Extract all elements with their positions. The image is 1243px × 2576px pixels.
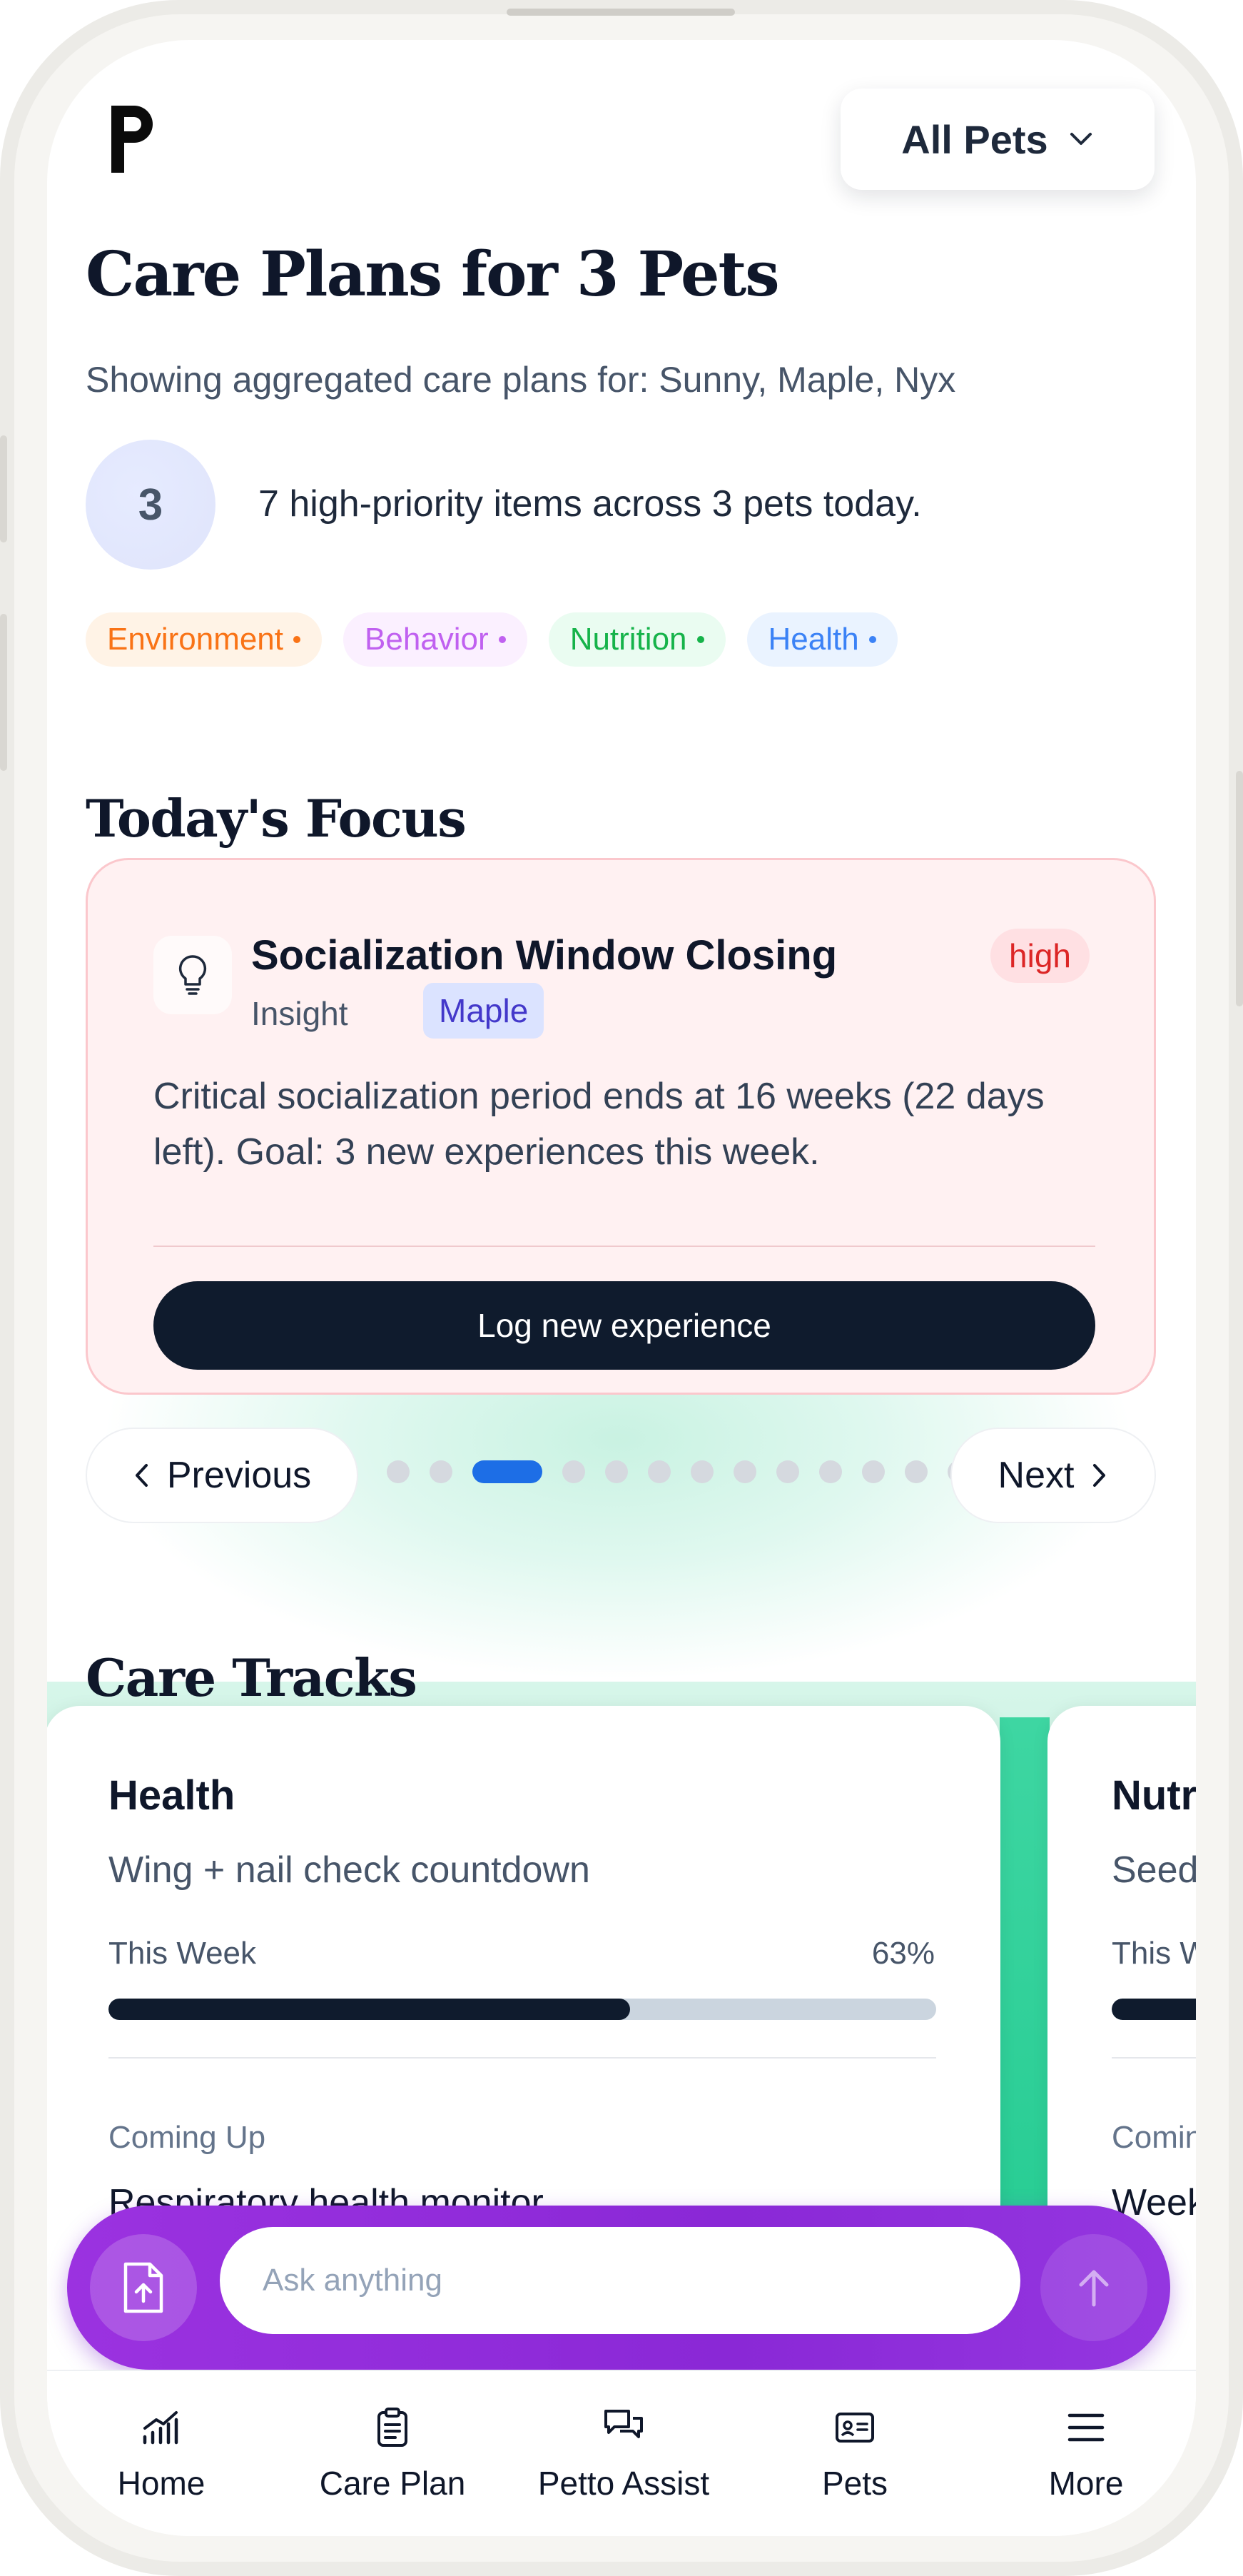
divider — [1112, 2057, 1196, 2059]
care-tracks-heading: Care Tracks — [86, 1647, 417, 1708]
notch — [507, 9, 735, 16]
nav-label: More — [1048, 2465, 1124, 2502]
track-week-label: This W — [1112, 1936, 1196, 1971]
carousel-dots — [387, 1460, 970, 1483]
chart-icon — [143, 2411, 178, 2445]
carousel-dot[interactable] — [905, 1460, 928, 1483]
tag-dot — [696, 636, 704, 643]
send-button[interactable] — [1040, 2234, 1147, 2341]
nav-label: Pets — [821, 2465, 888, 2502]
pets-filter-dropdown[interactable]: All Pets — [841, 89, 1155, 190]
tag-health[interactable]: Health — [746, 612, 898, 667]
log-experience-button[interactable]: Log new experience — [153, 1281, 1095, 1370]
bottom-nav: Home Care Plan Petto Assist Pets More — [47, 2370, 1196, 2536]
page-title: Care Plans for 3 Pets — [86, 238, 780, 310]
previous-label: Previous — [166, 1455, 312, 1496]
tag-nutrition[interactable]: Nutrition — [548, 612, 726, 667]
track-subtitle: Wing + nail check countdown — [108, 1849, 590, 1891]
track-title: Health — [108, 1772, 235, 1819]
nav-label: Home — [117, 2465, 206, 2502]
nav-item-pets[interactable]: Pets — [748, 2405, 962, 2502]
carousel-dot[interactable] — [430, 1460, 452, 1483]
tag-dot — [293, 636, 301, 643]
tag-dot — [498, 636, 506, 643]
coming-up-label: Comin — [1112, 2120, 1196, 2155]
focus-type-label: Insight — [251, 995, 348, 1032]
app-screen: All Pets Care Plans for 3 Pets Showing a… — [47, 40, 1196, 2536]
progress-bar — [1112, 1999, 1196, 2020]
carousel-dot[interactable] — [648, 1460, 671, 1483]
lightbulb-icon — [153, 936, 232, 1014]
carousel-dot[interactable] — [819, 1460, 842, 1483]
chat-icon — [604, 2410, 643, 2438]
side-button — [0, 614, 7, 771]
arrow-up-icon — [1079, 2270, 1109, 2307]
tag-label: Behavior — [365, 622, 489, 657]
phone-frame: All Pets Care Plans for 3 Pets Showing a… — [0, 0, 1243, 2576]
track-title: Nutr — [1112, 1772, 1196, 1819]
tag-label: Health — [768, 622, 859, 657]
page-subtitle: Showing aggregated care plans for: Sunny… — [86, 360, 956, 400]
carousel-dot[interactable] — [472, 1460, 542, 1483]
coming-up-label: Coming Up — [108, 2120, 266, 2155]
track-subtitle: Seed — [1112, 1849, 1196, 1891]
todays-focus-heading: Today's Focus — [86, 788, 467, 849]
pet-chip[interactable]: Maple — [423, 983, 544, 1039]
carousel-dot[interactable] — [562, 1460, 585, 1483]
chevron-left-icon — [135, 1464, 148, 1487]
carousel-dot[interactable] — [691, 1460, 714, 1483]
next-button[interactable]: Next — [950, 1428, 1156, 1523]
focus-title: Socialization Window Closing — [251, 932, 838, 979]
nav-item-more[interactable]: More — [979, 2405, 1193, 2502]
carousel-dot[interactable] — [776, 1460, 799, 1483]
carousel-dot[interactable] — [862, 1460, 885, 1483]
focus-card: Socialization Window Closing high Insigh… — [86, 858, 1156, 1395]
focus-description: Critical socialization period ends at 16… — [153, 1076, 1045, 1173]
carousel-dot[interactable] — [734, 1460, 756, 1483]
nav-item-care-plan[interactable]: Care Plan — [285, 2405, 499, 2502]
petto-logo — [111, 106, 153, 173]
progress-fill — [108, 1999, 630, 2020]
nav-label: Care Plan — [319, 2465, 466, 2502]
ask-bar — [67, 2206, 1170, 2370]
upload-file-button[interactable] — [90, 2234, 197, 2341]
menu-icon — [1067, 2413, 1105, 2442]
clipboard-icon — [377, 2408, 407, 2447]
progress-bar — [108, 1999, 936, 2020]
side-button — [1236, 771, 1243, 1006]
nav-item-petto-assist[interactable]: Petto Assist — [517, 2405, 731, 2502]
pet-count-badge: 3 — [86, 440, 215, 570]
chevron-down-icon — [1070, 133, 1092, 145]
tag-label: Environment — [107, 622, 284, 657]
nav-item-home[interactable]: Home — [54, 2405, 268, 2502]
nav-label: Petto Assist — [537, 2465, 710, 2502]
track-progress-percent: 63% — [871, 1936, 935, 1971]
priority-badge: high — [990, 929, 1090, 983]
previous-button[interactable]: Previous — [86, 1428, 358, 1523]
tag-environment[interactable]: Environment — [86, 612, 323, 667]
carousel-dot[interactable] — [605, 1460, 628, 1483]
pets-filter-label: All Pets — [901, 116, 1048, 162]
side-button — [0, 435, 7, 542]
divider — [108, 2057, 936, 2059]
next-label: Next — [998, 1455, 1075, 1496]
progress-fill — [1112, 1999, 1196, 2020]
tag-label: Nutrition — [569, 622, 687, 657]
file-upload-icon — [123, 2262, 163, 2313]
ask-input[interactable] — [220, 2227, 1020, 2334]
tag-behavior[interactable]: Behavior — [343, 612, 527, 667]
track-week-label: This Week — [108, 1936, 257, 1971]
priority-summary: 7 high-priority items across 3 pets toda… — [258, 483, 922, 525]
id-card-icon — [836, 2413, 874, 2443]
chevron-right-icon — [1093, 1464, 1106, 1487]
tag-dot — [868, 636, 876, 643]
category-tags: Environment Behavior Nutrition Health — [86, 612, 898, 667]
carousel-dot[interactable] — [387, 1460, 410, 1483]
divider — [153, 1246, 1095, 1247]
